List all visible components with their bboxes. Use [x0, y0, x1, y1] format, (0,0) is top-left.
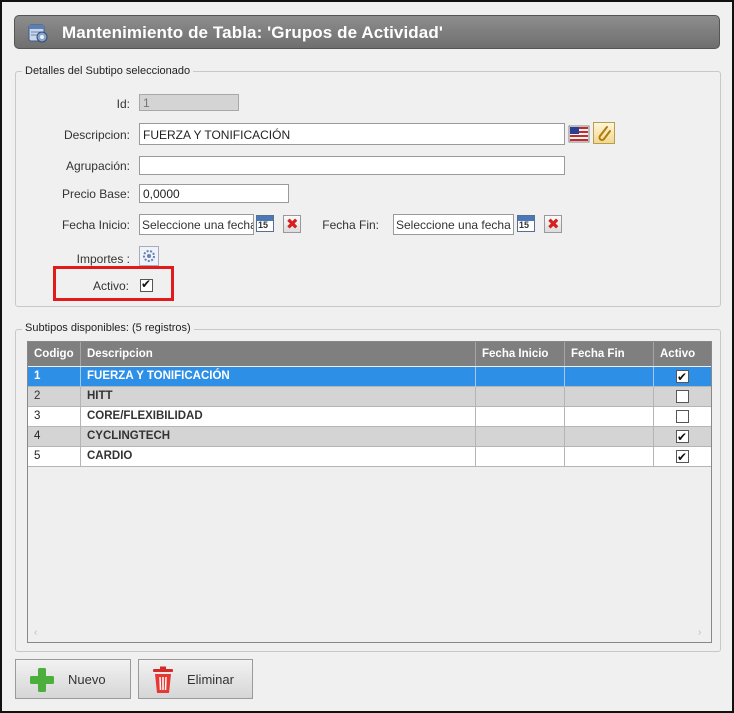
subtipos-legend: Subtipos disponibles: (5 registros) — [22, 322, 194, 334]
cell-fecha-fin — [565, 447, 654, 467]
cell-fecha-inicio — [476, 387, 565, 407]
cell-fecha-fin — [565, 427, 654, 447]
translate-flag-icon[interactable] — [568, 123, 590, 145]
fecha-inicio-input[interactable]: Seleccione una fecha — [139, 214, 254, 235]
nuevo-button[interactable]: Nuevo — [15, 659, 131, 699]
fecha-inicio-label: Fecha Inicio: — [61, 218, 130, 232]
title-bar: Mantenimiento de Tabla: 'Grupos de Activ… — [14, 15, 720, 49]
column-header-activo[interactable]: Activo — [654, 342, 711, 366]
cell-codigo: 2 — [28, 387, 81, 407]
close-icon: ✖ — [547, 215, 560, 233]
close-icon: ✖ — [286, 215, 299, 233]
activo-label: Activo: — [92, 279, 129, 293]
column-header-descripcion[interactable]: Descripcion — [81, 342, 476, 366]
row-activo-checkbox[interactable] — [676, 410, 689, 423]
checkmark-icon: ✔ — [141, 277, 152, 291]
gear-table-icon — [28, 24, 48, 43]
column-header-fecha-inicio[interactable]: Fecha Inicio — [476, 342, 565, 366]
table-row[interactable]: 4 CYCLINGTECH ✔ — [28, 427, 711, 447]
window-title: Mantenimiento de Tabla: 'Grupos de Activ… — [62, 23, 443, 42]
agrupacion-label: Agrupación: — [65, 159, 130, 173]
subtipos-grid: Codigo Descripcion Fecha Inicio Fecha Fi… — [27, 341, 712, 643]
precio-base-input[interactable]: 0,0000 — [139, 184, 289, 203]
cell-fecha-inicio — [476, 447, 565, 467]
column-header-fecha-fin[interactable]: Fecha Fin — [565, 342, 654, 366]
cell-descripcion: HITT — [81, 387, 476, 407]
agrupacion-input[interactable] — [139, 156, 565, 175]
importes-label: Importes : — [76, 252, 130, 266]
cell-codigo: 5 — [28, 447, 81, 467]
cell-fecha-inicio — [476, 367, 565, 387]
table-row[interactable]: 3 CORE/FLEXIBILIDAD — [28, 407, 711, 427]
cell-fecha-inicio — [476, 407, 565, 427]
table-row[interactable]: 1 FUERZA Y TONIFICACIÓN ✔ — [28, 367, 711, 387]
precio-base-label: Precio Base: — [61, 187, 130, 201]
nuevo-label: Nuevo — [68, 672, 106, 687]
window-frame: Mantenimiento de Tabla: 'Grupos de Activ… — [0, 0, 734, 713]
table-row[interactable]: 5 CARDIO ✔ — [28, 447, 711, 467]
checkmark-icon: ✔ — [677, 430, 688, 444]
clear-fecha-inicio-button[interactable]: ✖ — [283, 215, 301, 233]
cell-fecha-fin — [565, 387, 654, 407]
cell-codigo: 1 — [28, 367, 81, 387]
row-activo-checkbox[interactable]: ✔ — [676, 450, 689, 464]
id-label: Id: — [116, 97, 130, 111]
eliminar-label: Eliminar — [187, 672, 234, 687]
clear-fecha-fin-button[interactable]: ✖ — [544, 215, 562, 233]
cell-descripcion: CORE/FLEXIBILIDAD — [81, 407, 476, 427]
row-activo-checkbox[interactable] — [676, 390, 689, 403]
fecha-fin-input[interactable]: Seleccione una fecha — [393, 214, 514, 235]
importes-gear-icon[interactable] — [139, 246, 159, 266]
cell-descripcion: CYCLINGTECH — [81, 427, 476, 447]
activo-checkbox[interactable]: ✔ — [140, 277, 153, 292]
scroll-right-arrow[interactable]: › — [698, 627, 701, 638]
id-field: 1 — [139, 94, 239, 111]
fecha-fin-label: Fecha Fin: — [322, 218, 379, 232]
cell-activo: ✔ — [654, 367, 711, 387]
scroll-left-arrow[interactable]: ‹ — [34, 627, 37, 638]
checkmark-icon: ✔ — [677, 450, 688, 464]
cell-activo — [654, 407, 711, 427]
cell-fecha-fin — [565, 407, 654, 427]
cell-descripcion: CARDIO — [81, 447, 476, 467]
details-legend: Detalles del Subtipo seleccionado — [22, 65, 194, 77]
plus-icon — [30, 668, 54, 692]
cell-codigo: 4 — [28, 427, 81, 447]
attach-paperclip-icon[interactable] — [593, 122, 615, 144]
checkmark-icon: ✔ — [677, 370, 688, 384]
grid-header: Codigo Descripcion Fecha Inicio Fecha Fi… — [28, 342, 711, 366]
cell-activo: ✔ — [654, 447, 711, 467]
cell-activo: ✔ — [654, 427, 711, 447]
eliminar-button[interactable]: Eliminar — [138, 659, 253, 699]
cell-fecha-inicio — [476, 427, 565, 447]
cell-codigo: 3 — [28, 407, 81, 427]
row-activo-checkbox[interactable]: ✔ — [676, 370, 689, 384]
cell-fecha-fin — [565, 367, 654, 387]
column-header-codigo[interactable]: Codigo — [28, 342, 81, 366]
cell-activo — [654, 387, 711, 407]
trash-icon — [153, 666, 173, 693]
descripcion-input[interactable]: FUERZA Y TONIFICACIÓN — [139, 123, 565, 145]
row-activo-checkbox[interactable]: ✔ — [676, 430, 689, 444]
table-row[interactable]: 2 HITT — [28, 387, 711, 407]
cell-descripcion: FUERZA Y TONIFICACIÓN — [81, 367, 476, 387]
descripcion-label: Descripcion: — [63, 128, 130, 142]
calendar-inicio-icon[interactable]: 15 — [256, 215, 274, 232]
calendar-fin-icon[interactable]: 15 — [517, 215, 535, 232]
